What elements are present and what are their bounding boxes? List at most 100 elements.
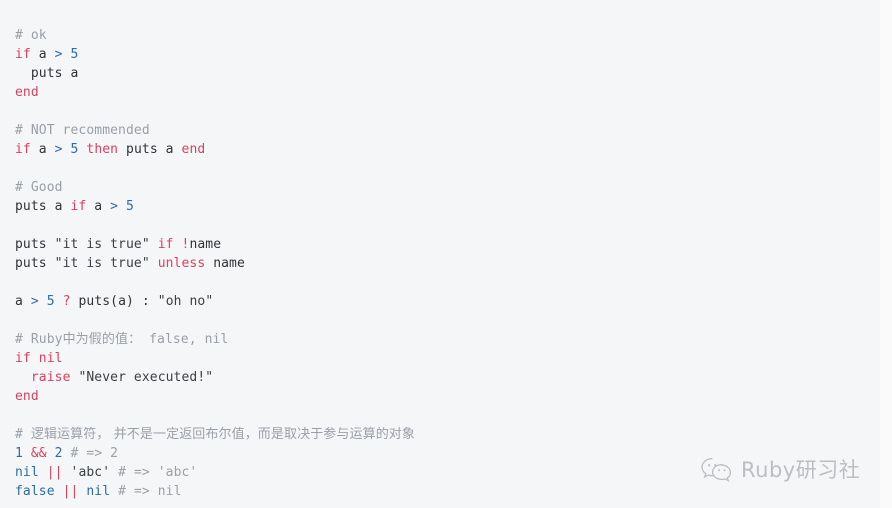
code-token-comment: # => nil — [118, 484, 182, 499]
code-token-keyword: end — [15, 85, 39, 100]
code-line: puts a if a > 5 — [15, 197, 876, 216]
code-token-keyword: raise — [30, 370, 71, 385]
code-token-plain: : — [141, 294, 150, 309]
code-token-number: 5 — [126, 199, 134, 214]
code-line: # 逻辑运算符， 并不是一定返回布尔值，而是取决于参与运算的对象 — [15, 425, 876, 444]
code-token-plain: a — [30, 47, 55, 62]
code-token-string: 'abc' — [70, 465, 111, 480]
code-line: # Ruby中为假的值： false, nil — [15, 330, 876, 349]
code-token-plain: puts a — [15, 199, 71, 214]
code-token-comment: # => 2 — [70, 446, 119, 461]
code-line: if a > 5 then puts a end — [15, 140, 876, 159]
code-token-plain: puts — [15, 256, 55, 271]
code-line: puts "it is true" if !name — [15, 235, 876, 254]
code-token-comment: false, nil — [141, 332, 229, 347]
code-token-comment-cjk: 中为假的值： — [62, 332, 142, 347]
code-token-plain: puts — [15, 237, 55, 252]
code-token-opred: && — [30, 446, 47, 461]
code-token-op: > — [54, 142, 63, 157]
code-token-keyword: if — [70, 199, 87, 214]
code-token-opred: || — [62, 484, 79, 499]
code-line: puts a — [15, 64, 876, 83]
code-token-comment: # ok — [15, 28, 47, 43]
code-token-plain: puts a — [118, 142, 182, 157]
code-token-keyword: end — [181, 142, 206, 157]
code-line: if a > 5 — [15, 45, 876, 64]
code-token-op: > — [54, 47, 63, 62]
code-line: # ok — [15, 26, 876, 45]
code-token-number: 2 — [54, 446, 63, 461]
code-token-comment-cjk: 逻辑运算符， 并不是一定返回布尔值，而是取决于参与运算的对象 — [30, 427, 415, 442]
code-line: false || nil # => nil — [15, 482, 876, 501]
code-line: # NOT recommended — [15, 121, 876, 140]
code-token-plain: puts(a) — [70, 294, 142, 309]
code-token-keyword: then — [86, 142, 119, 157]
wechat-icon — [700, 456, 734, 484]
code-token-keyword: end — [15, 389, 39, 404]
page-right-edge — [880, 0, 892, 508]
code-token-keyword: if — [15, 142, 31, 157]
code-token-op: > — [110, 199, 119, 214]
code-token-keyword: if — [15, 351, 31, 366]
code-token-plain: a — [15, 294, 31, 309]
code-token-op: > — [30, 294, 39, 309]
code-token-plain: name — [205, 256, 245, 271]
code-token-plain: name — [189, 237, 222, 252]
code-token-plain: a — [30, 142, 55, 157]
code-token-comment: # — [15, 427, 31, 442]
code-token-string: "Never executed!" — [78, 370, 214, 385]
code-token-comment: # Good — [15, 180, 63, 195]
code-token-plain: puts a — [15, 66, 79, 81]
code-line: puts "it is true" unless name — [15, 254, 876, 273]
code-token-keyword: unless — [157, 256, 206, 271]
code-line: raise "Never executed!" — [15, 368, 876, 387]
code-line: end — [15, 387, 876, 406]
code-token-literal: false — [15, 484, 55, 499]
code-token-number: 1 — [15, 446, 23, 461]
code-token-comment: # => 'abc' — [118, 465, 198, 480]
code-token-plain: a — [86, 199, 111, 214]
code-token-string: "it is true" — [54, 237, 150, 252]
code-token-keyword: nil — [38, 351, 63, 366]
code-token-keyword: if — [157, 237, 174, 252]
code-line: # Good — [15, 178, 876, 197]
watermark-text: Ruby研习社 — [741, 458, 861, 482]
code-token-number: 5 — [46, 294, 55, 309]
code-token-comment: # Ruby — [15, 332, 63, 347]
code-token-keyword: if — [15, 47, 31, 62]
code-token-literal: nil — [86, 484, 111, 499]
code-token-string: "oh no" — [157, 294, 214, 309]
code-line: if nil — [15, 349, 876, 368]
code-token-opred: || — [46, 465, 63, 480]
code-token-number: 5 — [70, 47, 79, 62]
code-token-literal: nil — [15, 465, 39, 480]
ruby-code-block: # ok if a > 5 puts a end # NOT recommended… — [15, 26, 876, 501]
code-token-opred: ? — [62, 294, 71, 309]
code-token-comment: # NOT recommended — [15, 123, 150, 138]
